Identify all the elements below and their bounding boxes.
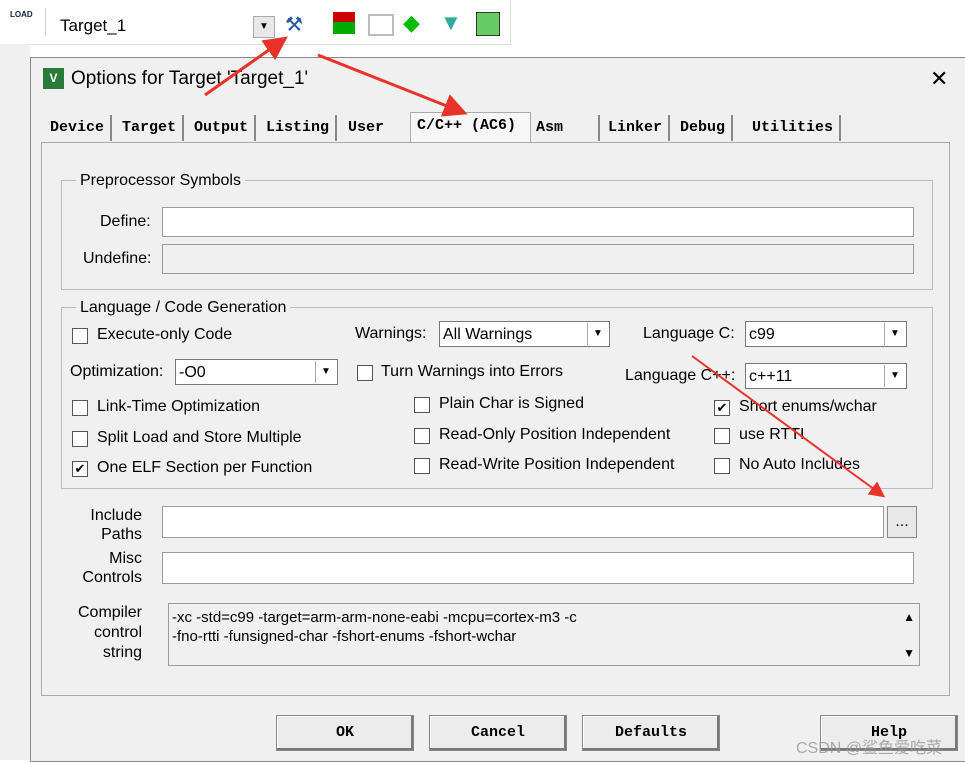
annotation-arrows bbox=[204, 36, 886, 498]
arrow-to-include-browse bbox=[691, 355, 886, 498]
arrow-to-options-icon bbox=[204, 36, 288, 97]
arrow-to-cpp-tab bbox=[317, 53, 468, 117]
